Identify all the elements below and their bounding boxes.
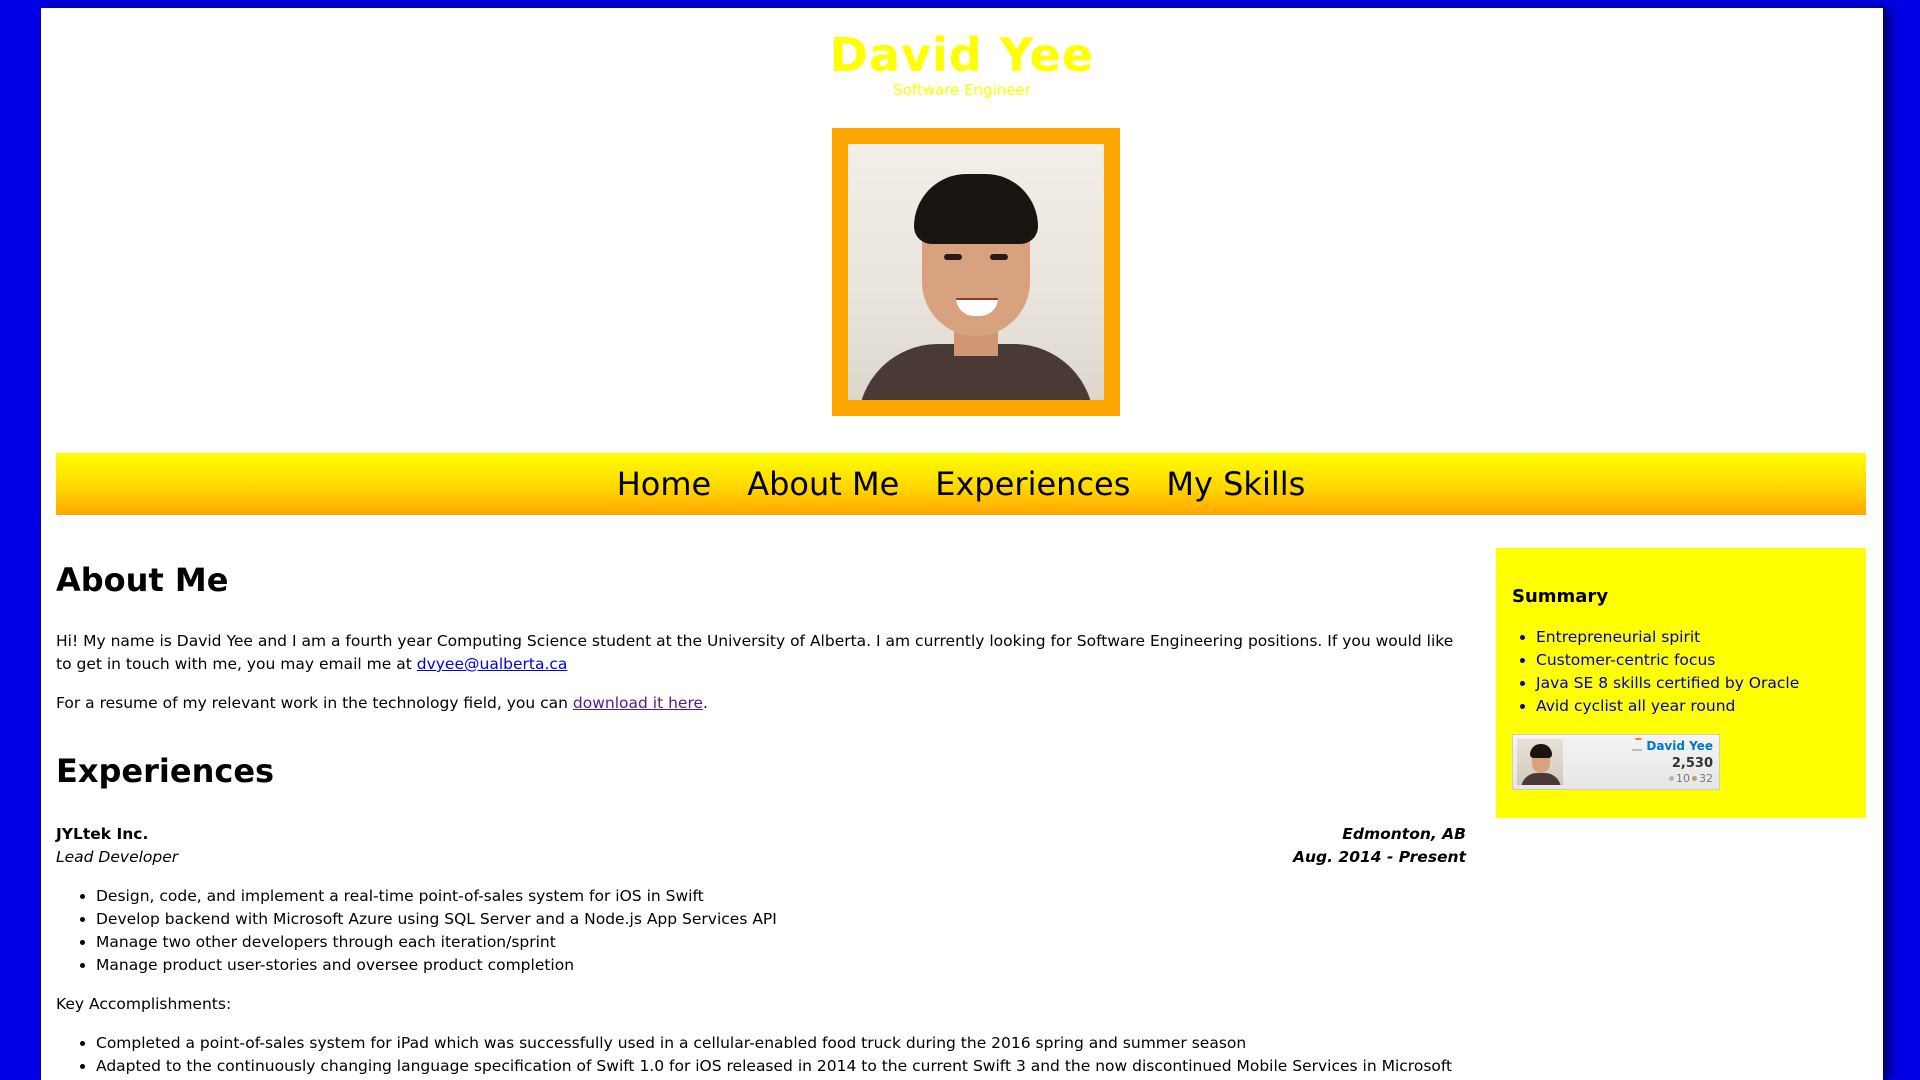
list-item: Entrepreneurial spirit (1536, 626, 1850, 649)
job-header: JYLtek Inc. Lead Developer Edmonton, AB … (56, 823, 1466, 869)
list-item: Customer-centric focus (1536, 649, 1850, 672)
list-item: Adapted to the continuously changing lan… (96, 1055, 1466, 1080)
key-accomplishments-label: Key Accomplishments: (56, 995, 232, 1013)
list-item: Java SE 8 skills certified by Oracle (1536, 672, 1850, 695)
bronze-badge-icon (1692, 776, 1697, 781)
site-title: David Yee (829, 28, 1095, 82)
flair-username: David Yee (1646, 739, 1713, 753)
job-location: Edmonton, AB (1342, 825, 1466, 843)
main-nav: Home About Me Experiences My Skills (56, 453, 1866, 515)
resume-download-link[interactable]: download it here (573, 694, 703, 712)
page: David Yee Software Engineer Home About M… (41, 8, 1883, 1080)
stackoverflow-flair[interactable]: David Yee 2,530 10 32 (1512, 734, 1720, 790)
list-item: Manage two other developers through each… (96, 931, 1466, 954)
silver-badge-count: 10 (1676, 772, 1690, 785)
flair-badges: 10 32 (1667, 772, 1713, 785)
silver-badge-icon (1669, 776, 1674, 781)
avatar (1517, 739, 1563, 785)
summary-sidebar: Summary Entrepreneurial spirit Customer-… (1496, 548, 1866, 818)
resume-paragraph: For a resume of my relevant work in the … (56, 692, 1466, 715)
bronze-badge-count: 32 (1699, 772, 1713, 785)
experiences-heading: Experiences (56, 752, 275, 790)
stackoverflow-icon (1632, 739, 1643, 751)
resume-text: For a resume of my relevant work in the … (56, 694, 573, 712)
accomplishments-list: Completed a point-of-sales system for iP… (56, 1032, 1466, 1080)
site-header: David Yee Software Engineer (41, 8, 1883, 99)
flair-name: David Yee (1632, 739, 1713, 753)
job-dates: Aug. 2014 - Present (1293, 848, 1466, 866)
nav-my-skills[interactable]: My Skills (1166, 465, 1305, 503)
profile-photo-frame (832, 128, 1120, 416)
list-item: Completed a point-of-sales system for iP… (96, 1032, 1466, 1055)
list-item: Develop backend with Microsoft Azure usi… (96, 908, 1466, 931)
summary-list: Entrepreneurial spirit Customer-centric … (1512, 626, 1850, 718)
list-item: Avid cyclist all year round (1536, 695, 1850, 718)
site-subtitle: Software Engineer (893, 81, 1031, 99)
profile-photo (848, 144, 1104, 400)
list-item: Manage product user-stories and oversee … (96, 954, 1466, 977)
nav-home[interactable]: Home (617, 465, 712, 503)
main-content: About Me Hi! My name is David Yee and I … (56, 548, 1466, 1080)
email-link[interactable]: dvyee@ualberta.ca (417, 655, 568, 673)
list-item: Design, code, and implement a real-time … (96, 885, 1466, 908)
resume-text-end: . (703, 694, 708, 712)
nav-experiences[interactable]: Experiences (935, 465, 1130, 503)
summary-heading: Summary (1512, 586, 1609, 607)
about-text: Hi! My name is David Yee and I am a four… (56, 632, 1454, 673)
job-role: Lead Developer (56, 848, 179, 866)
nav-about-me[interactable]: About Me (747, 465, 899, 503)
about-heading: About Me (56, 561, 229, 599)
job-duties-list: Design, code, and implement a real-time … (56, 885, 1466, 977)
about-paragraph: Hi! My name is David Yee and I am a four… (56, 630, 1466, 676)
flair-reputation: 2,530 (1671, 756, 1713, 771)
job-company: JYLtek Inc. (56, 825, 149, 843)
